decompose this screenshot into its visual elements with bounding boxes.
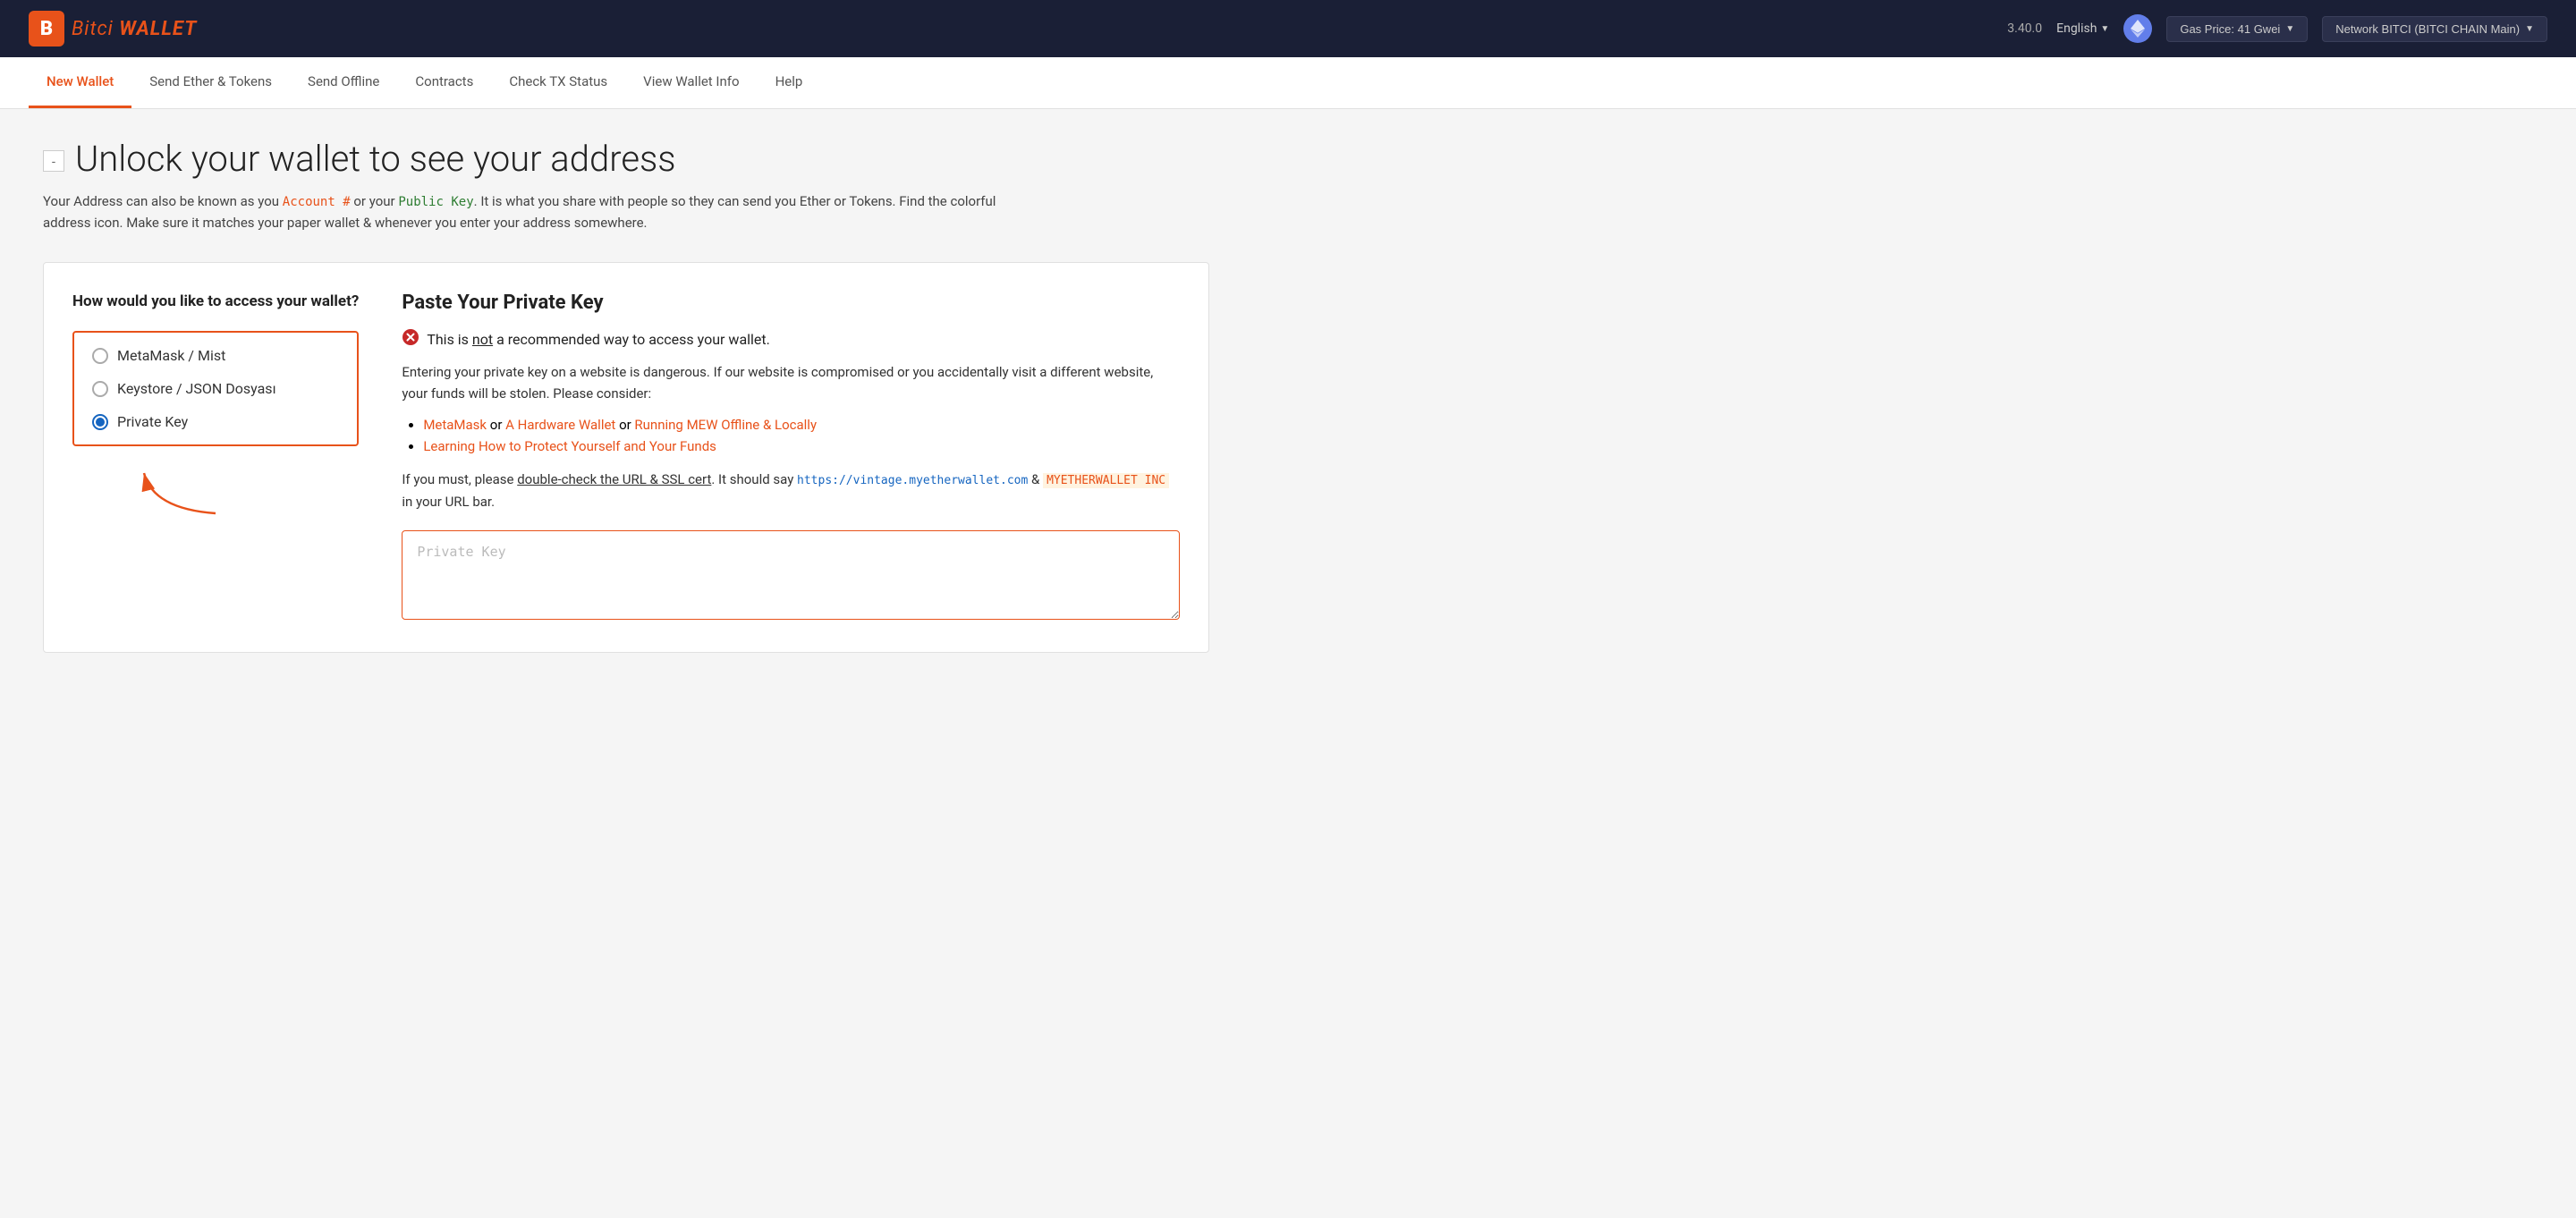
private-key-input[interactable] <box>402 530 1180 620</box>
title-row: - Unlock your wallet to see your address <box>43 138 1209 180</box>
subtitle-pubkey-highlight: Public Key <box>398 195 473 209</box>
option-metamask-label: MetaMask / Mist <box>117 347 225 364</box>
selection-arrow-icon <box>126 464 233 518</box>
left-panel: How would you like to access your wallet… <box>72 292 359 623</box>
header-right: 3.40.0 English ▼ Gas Price: 41 Gwei ▼ Ne… <box>2007 14 2547 43</box>
logo-area: B Bitci WALLET <box>29 11 197 47</box>
link-mew-offline[interactable]: Running MEW Offline & Locally <box>634 417 817 433</box>
warning-description: Entering your private key on a website i… <box>402 361 1180 404</box>
subtitle-text-2: or your <box>351 193 399 209</box>
network-button[interactable]: Network BITCI (BITCI CHAIN Main) ▼ <box>2322 16 2547 42</box>
nav-item-view-wallet[interactable]: View Wallet Info <box>625 57 757 108</box>
header: B Bitci WALLET 3.40.0 English ▼ Gas Pric… <box>0 0 2576 57</box>
nav-item-new-wallet[interactable]: New Wallet <box>29 57 131 108</box>
network-label: Network BITCI (BITCI CHAIN Main) <box>2335 22 2520 36</box>
list-item-alternatives: MetaMask or A Hardware Wallet or Running… <box>423 417 1180 433</box>
radio-metamask[interactable] <box>92 348 108 364</box>
ssl-note: If you must, please double-check the URL… <box>402 469 1180 512</box>
wallet-options-box: MetaMask / Mist Keystore / JSON Dosyası … <box>72 331 359 446</box>
nav-item-contracts[interactable]: Contracts <box>397 57 491 108</box>
link-hardware-wallet[interactable]: A Hardware Wallet <box>505 417 615 433</box>
network-chevron-icon: ▼ <box>2525 24 2534 34</box>
list-text-or1: or <box>490 417 505 433</box>
radio-keystore[interactable] <box>92 381 108 397</box>
access-card: How would you like to access your wallet… <box>43 262 1209 653</box>
option-private-key[interactable]: Private Key <box>92 413 339 430</box>
list-item-learning: Learning How to Protect Yourself and You… <box>423 438 1180 454</box>
ssl-badge: MYETHERWALLET INC <box>1043 473 1169 488</box>
radio-private-key[interactable] <box>92 414 108 430</box>
gas-chevron-icon: ▼ <box>2285 24 2294 34</box>
main-nav: New Wallet Send Ether & Tokens Send Offl… <box>0 57 2576 109</box>
page-title: Unlock your wallet to see your address <box>75 138 676 180</box>
warning-row: This is not a recommended way to access … <box>402 328 1180 351</box>
gas-price-button[interactable]: Gas Price: 41 Gwei ▼ <box>2166 16 2308 42</box>
warning-post: a recommended way to access your wallet. <box>493 331 770 348</box>
collapse-button[interactable]: - <box>43 150 64 172</box>
left-panel-heading: How would you like to access your wallet… <box>72 292 359 313</box>
alternatives-list: MetaMask or A Hardware Wallet or Running… <box>402 417 1180 454</box>
language-label: English <box>2056 21 2097 36</box>
option-private-key-label: Private Key <box>117 413 188 430</box>
right-panel: Paste Your Private Key This is not a rec… <box>402 292 1180 623</box>
logo-text: Bitci WALLET <box>72 18 197 40</box>
subtitle-text-1: Your Address can also be known as you <box>43 193 283 209</box>
ssl-underline: double-check the URL & SSL cert <box>517 471 711 487</box>
list-text-or2: or <box>619 417 634 433</box>
gas-price-label: Gas Price: 41 Gwei <box>2180 22 2280 36</box>
nav-item-check-tx[interactable]: Check TX Status <box>491 57 625 108</box>
warning-circle-icon <box>402 328 419 351</box>
option-keystore-label: Keystore / JSON Dosyası <box>117 380 276 397</box>
logo-icon: B <box>29 11 64 47</box>
option-metamask[interactable]: MetaMask / Mist <box>92 347 339 364</box>
option-keystore[interactable]: Keystore / JSON Dosyası <box>92 380 339 397</box>
language-chevron-icon: ▼ <box>2100 24 2109 34</box>
ssl-note-post: . It should say <box>711 471 797 487</box>
arrow-area <box>72 464 359 518</box>
ssl-url: https://vintage.myetherwallet.com <box>797 474 1028 487</box>
page-subtitle: Your Address can also be known as you Ac… <box>43 190 1027 233</box>
warning-pre: This is <box>427 331 472 348</box>
ssl-note-pre: If you must, please <box>402 471 517 487</box>
right-panel-heading: Paste Your Private Key <box>402 292 1180 314</box>
nav-item-send-offline[interactable]: Send Offline <box>290 57 397 108</box>
warning-underline: not <box>472 331 493 348</box>
language-selector[interactable]: English ▼ <box>2056 21 2109 36</box>
subtitle-account-highlight: Account # <box>283 195 351 209</box>
ssl-end: in your URL bar. <box>402 494 495 510</box>
nav-item-help[interactable]: Help <box>758 57 821 108</box>
link-metamask[interactable]: MetaMask <box>423 417 487 433</box>
link-learning[interactable]: Learning How to Protect Yourself and You… <box>423 438 716 454</box>
nav-item-send-ether[interactable]: Send Ether & Tokens <box>131 57 290 108</box>
ssl-amp: & <box>1028 471 1043 487</box>
main-content: - Unlock your wallet to see your address… <box>0 109 1252 681</box>
warning-text: This is not a recommended way to access … <box>427 331 770 348</box>
ethereum-icon <box>2123 14 2152 43</box>
version-label: 3.40.0 <box>2007 21 2042 36</box>
